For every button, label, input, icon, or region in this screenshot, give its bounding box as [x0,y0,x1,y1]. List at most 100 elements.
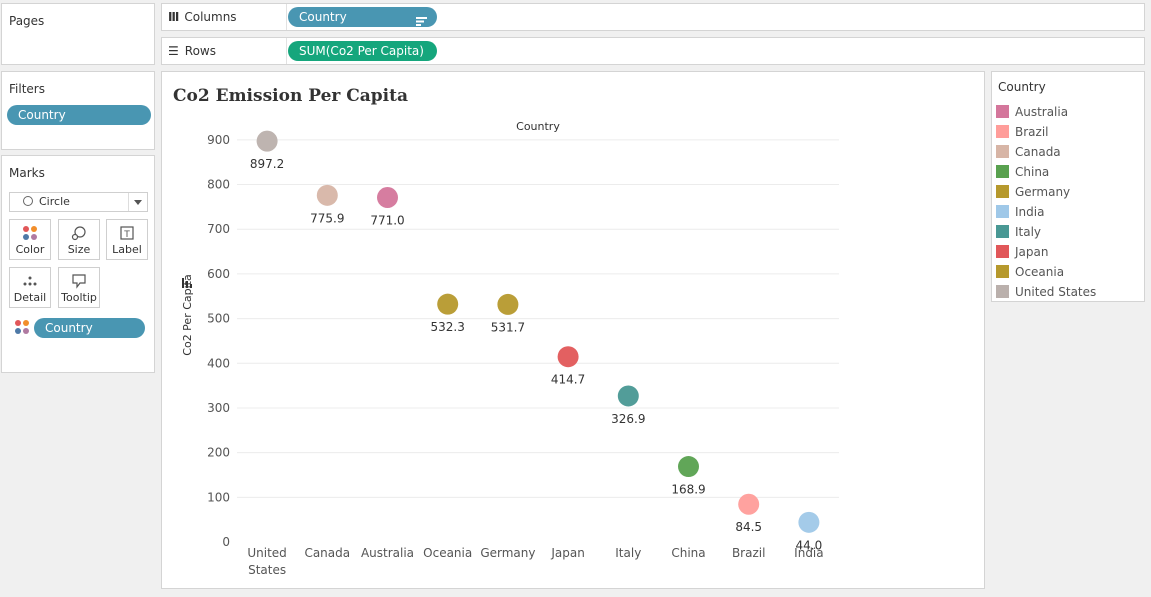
legend-label: Canada [1015,145,1061,159]
legend-label: China [1015,165,1050,179]
data-point[interactable] [738,493,760,515]
y-tick-label: 500 [207,312,230,326]
data-label: 531.7 [491,320,525,334]
columns-pill-label: Country [299,10,347,24]
data-point[interactable] [798,511,820,533]
data-point[interactable] [497,293,519,315]
pages-panel[interactable]: Pages [1,3,155,65]
data-label: 168.9 [671,483,705,497]
rows-pill-label: SUM(Co2 Per Capita) [299,44,424,58]
svg-text:T: T [123,230,130,240]
legend-label: Australia [1015,105,1069,119]
shelf-divider [286,4,287,30]
legend-title: Country [998,80,1046,94]
data-label: 775.9 [310,211,344,225]
detail-button[interactable]: Detail [9,267,51,308]
legend-swatch [996,185,1009,198]
data-point[interactable] [678,456,699,478]
scatter-chart: Co2 Emission Per Capita Country Co2 Per … [173,86,839,577]
marks-title: Marks [9,166,45,180]
rows-label: ☰ Rows [168,44,216,58]
legend-label: Brazil [1015,125,1049,139]
mark-type-label: Circle [39,195,70,208]
chevron-down-icon [134,200,142,205]
chart-title: Co2 Emission Per Capita [173,86,408,106]
detail-icon [10,273,50,289]
label-button[interactable]: T Label [106,219,148,260]
filter-pill-country[interactable]: Country [7,105,151,125]
x-tick-label: Oceania [423,546,472,560]
size-button[interactable]: Size [58,219,100,260]
data-point[interactable] [377,187,398,209]
filter-pill-label: Country [18,108,66,122]
data-label: 532.3 [431,320,465,334]
marks-panel[interactable]: Marks Circle Color Size T Label Detail T… [1,155,155,373]
data-point[interactable] [437,293,459,315]
legend-label: Germany [1015,185,1071,199]
tooltip-button-label: Tooltip [61,291,97,304]
legend-swatch [996,145,1009,158]
size-button-label: Size [67,243,91,256]
x-tick-label: Brazil [732,546,766,560]
legend-swatch [996,245,1009,258]
data-point[interactable] [316,184,338,206]
columns-icon: Ⅲ [168,10,179,24]
column-header: Country [516,120,560,133]
x-tick-label: Japan [550,546,584,560]
columns-label-text: Columns [184,10,237,24]
data-point[interactable] [256,130,278,152]
y-tick-label: 900 [207,133,230,147]
mark-type-dropdown[interactable]: Circle [9,192,148,212]
x-tick-label: China [671,546,705,560]
data-point[interactable] [557,346,579,368]
legend-swatch [996,225,1009,238]
tooltip-icon [59,273,99,289]
x-tick-label: Australia [361,546,414,560]
data-label: 414.7 [551,373,585,387]
rows-pill-sum[interactable]: SUM(Co2 Per Capita) [288,41,437,61]
y-tick-label: 0 [222,535,230,549]
legend-label: Japan [1015,245,1049,259]
data-label: 84.5 [735,520,762,534]
detail-button-label: Detail [13,291,47,304]
pages-title: Pages [9,14,45,28]
rows-label-text: Rows [184,44,216,58]
color-button-label: Color [15,243,45,256]
legend-swatch [996,285,1009,298]
marks-pill-country[interactable]: Country [34,318,145,338]
shelf-divider [286,38,287,64]
size-icon [59,225,99,241]
filters-title: Filters [9,82,45,96]
color-icon [10,225,50,241]
y-tick-label: 300 [207,401,230,415]
x-tick-label: States [248,563,286,577]
legend-swatch [996,105,1009,118]
legend-swatch [996,165,1009,178]
data-label: 326.9 [611,412,645,426]
legend-swatch [996,125,1009,138]
y-axis-ticks: 0 100 200 300 400 500 600 700 800 900 [207,133,230,549]
legend-label: Oceania [1015,265,1065,279]
chart-view[interactable]: Co2 Emission Per Capita Country Co2 Per … [161,71,985,589]
columns-pill-country[interactable]: Country [288,7,437,27]
y-tick-label: 200 [207,446,230,460]
tooltip-button[interactable]: Tooltip [58,267,100,308]
chart-marks: 897.2 775.9 771.0 532.3 531.7 414.7 326.9 168.9… [250,130,822,552]
y-tick-label: 700 [207,222,230,236]
y-tick-label: 800 [207,178,230,192]
color-legend[interactable]: Country Australia Brazil Canada China German… [991,71,1145,302]
color-button[interactable]: Color [9,219,51,260]
legend-label: India [1015,205,1045,219]
rows-shelf[interactable]: ☰ Rows SUM(Co2 Per Capita) [161,37,1145,65]
columns-shelf[interactable]: Ⅲ Columns Country [161,3,1145,31]
legend-label: Italy [1015,225,1042,239]
sort-descending-icon [416,12,427,26]
x-tick-label: Canada [304,546,350,560]
filters-panel[interactable]: Filters Country [1,71,155,150]
x-tick-label: United [247,546,286,560]
label-button-label: Label [112,243,142,256]
data-point[interactable] [617,385,639,407]
marks-pill-label: Country [45,321,93,335]
dropdown-divider [128,193,129,211]
color-field-icon [14,319,30,338]
